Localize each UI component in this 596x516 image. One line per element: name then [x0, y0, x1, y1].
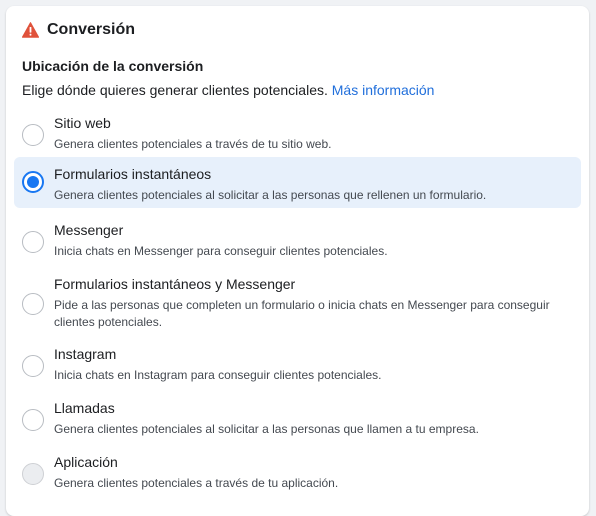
option-messenger[interactable]: Messenger Inicia chats en Messenger para… [14, 218, 581, 264]
option-title: Formularios instantáneos [54, 166, 212, 182]
card-title: Conversión [47, 21, 136, 38]
conversion-card: Conversión Ubicación de la conversión El… [6, 6, 589, 516]
option-sitio-web[interactable]: Sitio web Genera clientes potenciales a … [14, 111, 581, 157]
option-title: Llamadas [54, 400, 115, 416]
option-formularios-y-messenger[interactable]: Formularios instantáneos y Messenger Pid… [14, 272, 581, 334]
option-subtitle: Genera clientes potenciales al solicitar… [54, 188, 487, 202]
option-instagram[interactable]: Instagram Inicia chats en Instagram para… [14, 342, 581, 388]
radio-instagram[interactable] [22, 355, 44, 377]
radio-messenger[interactable] [22, 231, 44, 253]
warning-icon [22, 22, 39, 38]
card-header: Conversión [22, 21, 135, 39]
option-subtitle: Inicia chats en Messenger para conseguir… [54, 244, 388, 258]
option-subtitle: Inicia chats en Instagram para conseguir… [54, 368, 382, 382]
description-text: Elige dónde quieres generar clientes pot… [22, 82, 328, 98]
radio-formularios-y-messenger[interactable] [22, 293, 44, 315]
radio-aplicacion[interactable] [22, 463, 44, 485]
option-title: Aplicación [54, 454, 118, 470]
option-title: Instagram [54, 346, 117, 362]
option-subtitle: Pide a las personas que completen un for… [54, 298, 550, 329]
more-info-link[interactable]: Más información [332, 82, 435, 98]
option-subtitle: Genera clientes potenciales a través de … [54, 476, 339, 490]
option-subtitle: Genera clientes potenciales a través de … [54, 137, 332, 151]
option-title: Messenger [54, 222, 124, 238]
option-title: Sitio web [54, 115, 111, 131]
option-subtitle: Genera clientes potenciales al solicitar… [54, 422, 479, 436]
option-aplicacion[interactable]: Aplicación Genera clientes potenciales a… [14, 450, 581, 496]
section-description: Elige dónde quieres generar clientes pot… [22, 82, 434, 98]
option-llamadas[interactable]: Llamadas Genera clientes potenciales al … [14, 396, 581, 442]
section-label: Ubicación de la conversión [22, 58, 204, 74]
radio-llamadas[interactable] [22, 409, 44, 431]
option-title: Formularios instantáneos y Messenger [54, 276, 296, 292]
radio-formularios-instantaneos[interactable] [22, 171, 44, 193]
option-formularios-instantaneos[interactable]: Formularios instantáneos Genera clientes… [14, 157, 581, 208]
radio-sitio-web[interactable] [22, 124, 44, 146]
